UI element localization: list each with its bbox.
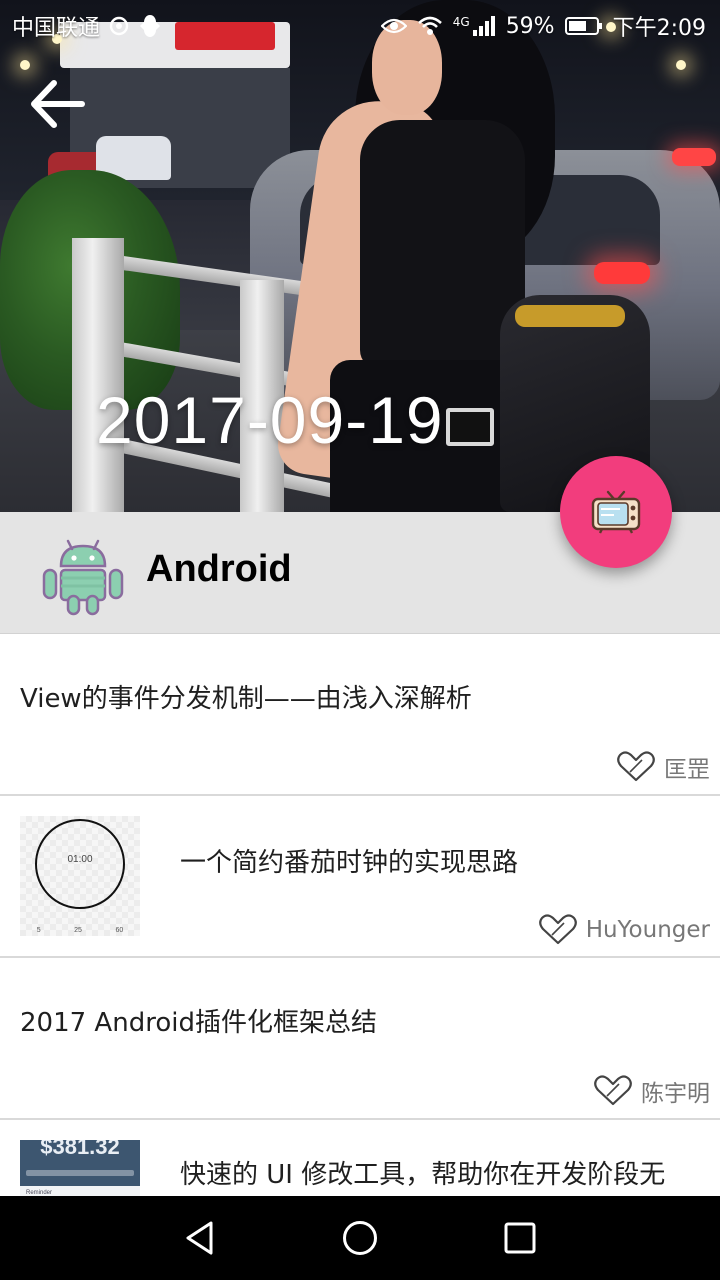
nav-recents-button[interactable] xyxy=(492,1214,548,1262)
back-triangle-icon xyxy=(186,1221,213,1255)
back-button[interactable] xyxy=(18,72,94,136)
wifi-icon xyxy=(417,15,443,37)
article-title: 2017 Android插件化框架总结 xyxy=(20,1008,377,1038)
battery-percent: 59% xyxy=(505,13,555,39)
article-author: HuYounger xyxy=(585,917,710,943)
thumbnail-time: 01:00 xyxy=(67,854,93,865)
status-bar: 中国联通 4G 59% 下午2:09 xyxy=(0,0,720,48)
hero-date: 2017-09-19 xyxy=(96,383,444,457)
article-meta: HuYounger xyxy=(538,914,710,946)
carrier-label: 中国联通 xyxy=(12,16,101,41)
article-item[interactable]: $381.32 Reminder 快速的 UI 修改工具，帮助你在开发阶段无 xyxy=(0,1120,720,1196)
category-title: Android xyxy=(146,548,292,590)
like-icon[interactable] xyxy=(616,751,656,783)
signal-icon: 4G xyxy=(453,15,496,37)
article-title: View的事件分发机制——由浅入深解析 xyxy=(20,684,472,714)
article-thumbnail: $381.32 Reminder xyxy=(20,1140,140,1196)
thumbnail-ticks: 5 25 60 xyxy=(20,927,140,934)
hero-photo: 2017-09-19 xyxy=(0,0,720,512)
article-title: 一个简约番茄时钟的实现思路 xyxy=(180,848,519,878)
article-item[interactable]: 2017 Android插件化框架总结 陈宇明 xyxy=(0,958,720,1120)
recents-square-icon xyxy=(504,1222,536,1254)
nav-home-button[interactable] xyxy=(332,1214,388,1262)
eye-comfort-icon xyxy=(380,16,407,36)
tv-icon xyxy=(591,490,641,534)
article-meta: 陈宇明 xyxy=(593,1074,710,1108)
nav-back-button[interactable] xyxy=(172,1214,228,1262)
navigation-bar xyxy=(0,1196,720,1280)
article-meta: 匡罡 xyxy=(616,750,710,784)
home-circle-icon xyxy=(343,1221,377,1255)
hd-call-icon xyxy=(108,15,130,37)
android-robot-icon xyxy=(42,539,124,616)
notification-icon xyxy=(138,13,162,39)
article-thumbnail: 01:00 5 25 60 xyxy=(20,816,140,936)
screen: 2017-09-19 中国联通 4G 59% 下午2:09 Android Vi… xyxy=(0,0,720,1280)
article-item[interactable]: 01:00 5 25 60 一个简约番茄时钟的实现思路 HuYounger xyxy=(0,796,720,958)
article-title: 快速的 UI 修改工具，帮助你在开发阶段无 xyxy=(180,1160,666,1190)
article-list[interactable]: View的事件分发机制——由浅入深解析 匡罡 01:00 5 25 60 一个简… xyxy=(0,634,720,1196)
article-author: 陈宇明 xyxy=(641,1081,710,1107)
like-icon[interactable] xyxy=(593,1075,633,1107)
thumbnail-amount: $381.32 xyxy=(40,1140,120,1159)
article-author: 匡罡 xyxy=(664,757,710,783)
tick-label: 60 xyxy=(115,927,124,934)
tv-fab-button[interactable] xyxy=(560,456,672,568)
like-icon[interactable] xyxy=(538,914,578,946)
clock: 下午2:09 xyxy=(612,16,706,41)
article-item[interactable]: View的事件分发机制——由浅入深解析 匡罡 xyxy=(0,634,720,796)
tick-label: 5 xyxy=(36,927,41,934)
battery-icon xyxy=(564,16,603,36)
arrow-back-icon xyxy=(31,80,85,128)
tick-label: 25 xyxy=(74,927,82,934)
